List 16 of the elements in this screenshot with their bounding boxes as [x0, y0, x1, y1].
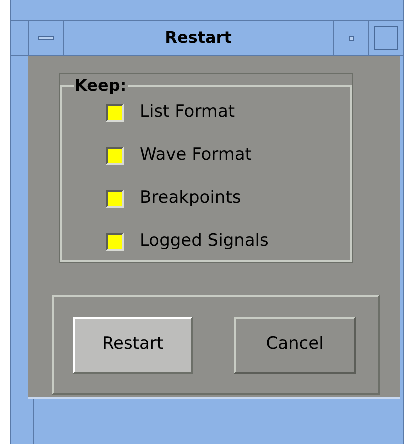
minimize-bar-icon	[38, 36, 54, 40]
group-label: Keep:	[74, 75, 128, 97]
checkbox-label: List Format	[140, 101, 236, 124]
window-title: Restart	[164, 27, 233, 49]
small-square-icon	[348, 36, 354, 40]
checkbox-label: Wave Format	[140, 144, 252, 168]
checkbox-label: Breakpoints	[140, 187, 242, 210]
square-icon	[374, 26, 398, 50]
window-menu-button[interactable]	[28, 21, 64, 55]
checkbox[interactable]	[106, 190, 124, 208]
cancel-button[interactable]: Cancel	[234, 316, 356, 374]
checkbox[interactable]	[106, 104, 124, 122]
checkbox[interactable]	[106, 147, 124, 165]
restart-button[interactable]: Restart	[73, 316, 193, 374]
checkbox[interactable]	[106, 233, 124, 251]
checkbox-label: Logged Signals	[140, 230, 269, 254]
